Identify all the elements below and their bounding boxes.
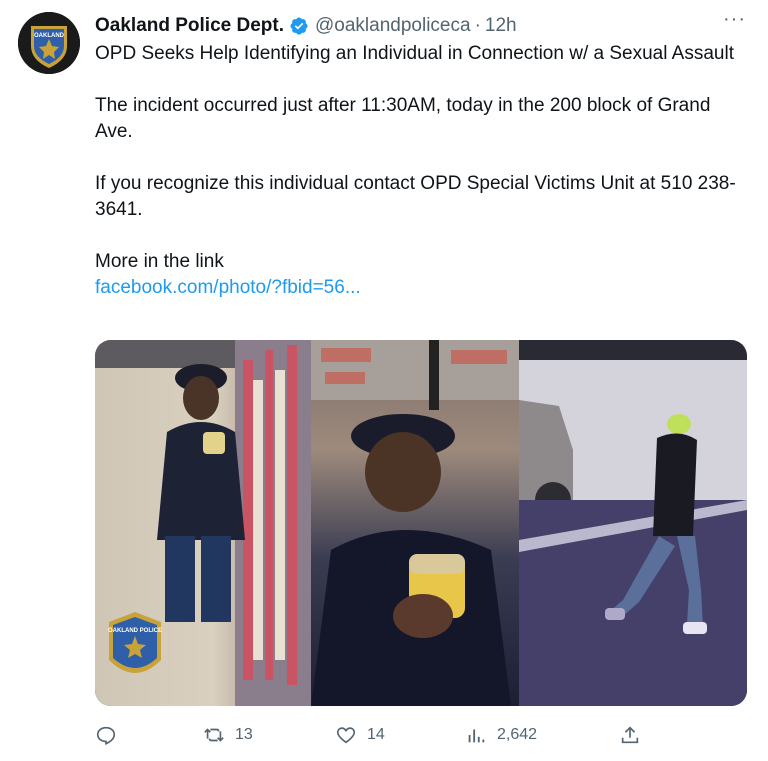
retweet-button[interactable]: 13 <box>203 724 253 746</box>
share-button[interactable] <box>619 724 641 746</box>
tweet-paragraph-incident: The incident occurred just after 11:30AM… <box>95 95 711 142</box>
retweet-icon <box>204 728 224 742</box>
tweet-paragraph-more: More in the link facebook.com/photo/?fbi… <box>95 249 750 301</box>
retweet-count: 13 <box>235 726 253 743</box>
reply-button[interactable] <box>95 724 127 746</box>
heart-icon <box>336 727 356 744</box>
views-count: 2,642 <box>497 726 538 743</box>
account-handle[interactable]: @oaklandpoliceca <box>315 15 471 37</box>
tweet-paragraph-contact: If you recognize this individual contact… <box>95 173 736 220</box>
tweet-timestamp[interactable]: 12h <box>485 15 517 37</box>
svg-text:OAKLAND: OAKLAND <box>34 33 65 39</box>
photo-store-aisle[interactable]: OAKLAND POLICE <box>95 340 311 706</box>
account-name[interactable]: Oakland Police Dept. <box>95 15 284 37</box>
more-options-icon[interactable]: ··· <box>723 8 746 31</box>
avatar[interactable]: OAKLAND <box>18 12 80 74</box>
photo-parking-lot[interactable] <box>519 340 747 706</box>
media-grid[interactable]: OAKLAND POLICE <box>95 340 747 706</box>
surveillance-image-3 <box>519 340 747 706</box>
views-button[interactable]: 2,642 <box>465 724 537 746</box>
share-upload-icon <box>621 726 639 744</box>
reply-icon <box>96 726 116 745</box>
watermark-text: OAKLAND POLICE <box>108 628 162 634</box>
surveillance-image-2 <box>311 340 519 706</box>
facebook-link[interactable]: facebook.com/photo/?fbid=56... <box>95 275 750 301</box>
surveillance-image-1: OAKLAND POLICE <box>95 340 311 706</box>
verified-badge-icon <box>290 17 308 35</box>
like-button[interactable]: 14 <box>335 724 385 746</box>
tweet-text: OPD Seeks Help Identifying an Individual… <box>95 41 750 301</box>
action-bar: 13 14 2,642 <box>95 724 655 752</box>
more-in-link-text: More in the link <box>95 251 224 272</box>
separator-dot: · <box>474 15 481 36</box>
tweet-paragraph-headline: OPD Seeks Help Identifying an Individual… <box>95 43 734 64</box>
tweet-header: Oakland Police Dept. @oaklandpoliceca · … <box>95 14 748 38</box>
views-chart-icon <box>468 729 485 743</box>
police-badge-icon: OAKLAND <box>18 12 80 74</box>
photo-closeup[interactable] <box>311 340 519 706</box>
like-count: 14 <box>367 726 385 743</box>
